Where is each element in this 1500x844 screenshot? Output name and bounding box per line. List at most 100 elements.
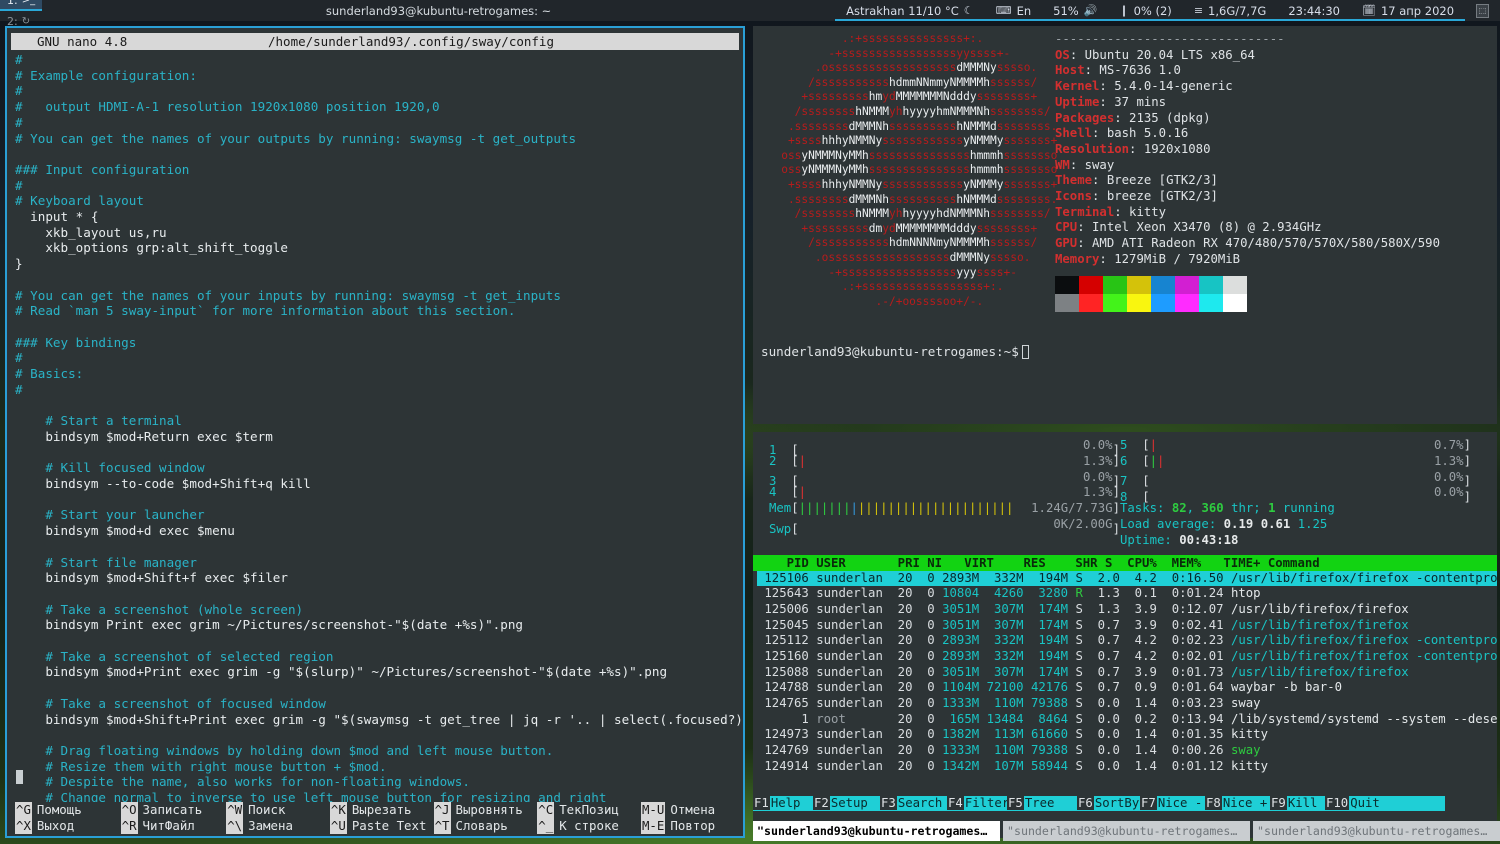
process-state: R: [1075, 586, 1082, 600]
htop-process-row[interactable]: 1 root 20 0 165M 13484 8464 S 0.0 0.2 0:…: [757, 712, 1497, 728]
process-ni: 0: [920, 649, 935, 663]
system-tray[interactable]: ⬚: [1465, 0, 1500, 21]
process-user: sunderlan: [816, 618, 883, 632]
status-module-keyboard-layout[interactable]: ⌨En: [985, 0, 1042, 21]
htop-process-row[interactable]: 125045 sunderlan 20 0 3051M 307M 174M S …: [757, 618, 1497, 634]
process-command: kitty: [1231, 727, 1268, 741]
process-shr: 61660: [1031, 727, 1068, 741]
status-module-clock[interactable]: 23:44:30: [1277, 0, 1351, 21]
process-mem: 4.2: [1127, 571, 1157, 585]
status-module-battery[interactable]: ❙0% (2): [1108, 0, 1182, 21]
neofetch-key-packages: Packages: [1055, 111, 1114, 125]
window-taskbar[interactable]: "sunderland93@kubuntu-retrogames…"sunder…: [753, 820, 1500, 842]
htop-fkey-f2[interactable]: F2Setup: [813, 796, 880, 812]
nano-shortcut-W[interactable]: ^WПоиск: [226, 802, 330, 818]
taskbar-window-item[interactable]: "sunderland93@kubuntu-retrogames…: [1253, 821, 1500, 841]
workspace-button-2[interactable]: 2:↻: [0, 11, 42, 32]
process-command: waybar -b bar-0: [1231, 680, 1342, 694]
workspace-label: 2:: [7, 15, 18, 28]
terminal-htop[interactable]: 1 [0.0%]2 [|1.3%]3 [0.0%]4 [|1.3%]Mem[||…: [753, 432, 1497, 838]
process-mem: 3.9: [1127, 665, 1157, 679]
nano-shortcut-T[interactable]: ^TСловарь: [434, 818, 538, 834]
process-res: 110M: [987, 743, 1024, 757]
htop-process-row[interactable]: 124914 sunderlan 20 0 1342M 107M 58944 S…: [757, 759, 1497, 775]
htop-fkey-f5[interactable]: F5Tree: [1007, 796, 1077, 812]
htop-cpu-column-left: 1 [0.0%]2 [|1.3%]3 [0.0%]4 [|1.3%]Mem[||…: [769, 438, 1120, 549]
status-module-date[interactable]: 🗓17 апр 2020: [1351, 0, 1465, 21]
color-swatch-lower-4: [1151, 294, 1175, 312]
meter-bracket-open: [: [1142, 474, 1149, 490]
color-swatch-upper-2: [1103, 276, 1127, 294]
process-shr: 79388: [1031, 696, 1068, 710]
process-pri: 20: [890, 633, 912, 647]
taskbar-window-item[interactable]: "sunderland93@kubuntu-retrogames…: [1003, 821, 1250, 841]
nano-shortcut-ME[interactable]: M-EПовтор: [641, 818, 737, 834]
workspace-button-1[interactable]: 1:>_: [0, 0, 42, 11]
nano-shortcut-key: ^_: [537, 818, 554, 834]
volume-text: 51%: [1053, 4, 1079, 18]
color-swatch-upper-5: [1175, 276, 1199, 294]
process-res: 110M: [987, 696, 1024, 710]
status-modules[interactable]: Astrakhan 11/10 °C☾⌨En51%🔊❙0% (2)≡1,6G/7…: [835, 0, 1465, 21]
nano-shortcut-O[interactable]: ^OЗаписать: [121, 802, 227, 818]
shell-prompt[interactable]: sunderland93@kubuntu-retrogames:~$: [761, 344, 1029, 360]
htop-cpu-meter-3: 3 [0.0%]: [769, 470, 1120, 486]
htop-process-row[interactable]: 124973 sunderlan 20 0 1382M 113M 61660 S…: [757, 727, 1497, 743]
htop-process-list[interactable]: 125106 sunderlan 20 0 2893M 332M 194M S …: [753, 571, 1497, 775]
htop-fkey-f3[interactable]: F3Search: [880, 796, 947, 812]
nano-shortcut-U[interactable]: ^UPaste Text: [330, 818, 434, 834]
htop-process-row[interactable]: 125160 sunderlan 20 0 2893M 332M 194M S …: [757, 649, 1497, 665]
htop-process-row[interactable]: 125006 sunderlan 20 0 3051M 307M 174M S …: [757, 602, 1497, 618]
htop-fkey-f9[interactable]: F9Kill: [1270, 796, 1325, 812]
nano-shortcut-R[interactable]: ^RЧитФайл: [121, 818, 227, 834]
process-command: /usr/lib/firefox/firefox -contentproc -: [1231, 633, 1497, 647]
process-pid: 125088: [757, 665, 809, 679]
terminal-neofetch[interactable]: .:+sssssssssssssss+:. -+ssssssssssssssss…: [753, 26, 1497, 424]
process-ni: 0: [920, 618, 935, 632]
htop-fkey-f6[interactable]: F6SortBy: [1077, 796, 1140, 812]
nano-shortcut-C[interactable]: ^CТекПозиц: [537, 802, 641, 818]
htop-fkey-f1[interactable]: F1Help: [753, 796, 813, 812]
htop-process-row[interactable]: 124788 sunderlan 20 0 1104M 72100 42176 …: [757, 680, 1497, 696]
nano-shortcut-X[interactable]: ^XВыход: [15, 818, 121, 834]
nano-shortcut-G[interactable]: ^GПомощь: [15, 802, 121, 818]
nano-shortcut-MU[interactable]: M-UОтмена: [641, 802, 737, 818]
tray-icon[interactable]: ⬚: [1476, 4, 1489, 18]
process-res: 4260: [987, 586, 1024, 600]
htop-process-row[interactable]: 125106 sunderlan 20 0 2893M 332M 194M S …: [757, 571, 1497, 587]
process-time: 0:01.24: [1164, 586, 1223, 600]
htop-function-keys[interactable]: F1HelpF2SetupF3SearchF4FilterF5TreeF6Sor…: [753, 795, 1497, 812]
fkey-label: Nice +: [1222, 796, 1268, 810]
nano-editor-window[interactable]: GNU nano 4.8 /home/sunderland93/.config/…: [5, 26, 745, 838]
nano-shortcut-K[interactable]: ^KВырезать: [330, 802, 434, 818]
htop-process-row[interactable]: 125112 sunderlan 20 0 2893M 332M 194M S …: [757, 633, 1497, 649]
nano-shortcut-[interactable]: ^_К строке: [537, 818, 641, 834]
htop-process-row[interactable]: 125088 sunderlan 20 0 3051M 307M 174M S …: [757, 665, 1497, 681]
htop-fkey-f4[interactable]: F4Filter: [947, 796, 1007, 812]
nano-shortcut-label: ЧитФайл: [143, 818, 195, 834]
htop-process-row[interactable]: 124765 sunderlan 20 0 1333M 110M 79388 S…: [757, 696, 1497, 712]
nano-text-area[interactable]: # # Example configuration: # # output HD…: [7, 50, 743, 802]
htop-table-header[interactable]: PID USER PRI NI VIRT RES SHR S CPU% MEM%…: [753, 555, 1497, 571]
cpu-percent: 0.7%: [1434, 438, 1464, 454]
nano-shortcut-J[interactable]: ^JВыровнять: [434, 802, 538, 818]
nano-shortcut-row-2[interactable]: ^XВыход^RЧитФайл^\Замена^UPaste Text^TСл…: [15, 818, 737, 834]
status-module-weather[interactable]: Astrakhan 11/10 °C☾: [835, 0, 985, 21]
process-pri: 20: [890, 649, 912, 663]
process-virt: 2893M: [942, 633, 979, 647]
workspace-switcher[interactable]: 1:>_2:↻: [0, 0, 42, 32]
htop-process-row[interactable]: 125643 sunderlan 20 0 10804 4260 3280 R …: [757, 586, 1497, 602]
htop-fkey-f10[interactable]: F10Quit: [1325, 796, 1445, 812]
taskbar-window-item[interactable]: "sunderland93@kubuntu-retrogames…: [753, 821, 1000, 841]
mem-label: Mem: [769, 501, 791, 517]
htop-fkey-f8[interactable]: F8Nice +: [1205, 796, 1270, 812]
color-swatch-lower-1: [1079, 294, 1103, 312]
nano-shortcut-[interactable]: ^\Замена: [226, 818, 330, 834]
htop-process-row[interactable]: 124769 sunderlan 20 0 1333M 110M 79388 S…: [757, 743, 1497, 759]
status-module-volume[interactable]: 51%🔊: [1042, 0, 1108, 21]
nano-shortcut-row-1[interactable]: ^GПомощь^OЗаписать^WПоиск^KВырезать^JВыр…: [15, 802, 737, 818]
neofetch-key-gpu: GPU: [1055, 236, 1077, 250]
nano-shortcut-key: ^C: [537, 802, 554, 818]
status-module-memory[interactable]: ≡1,6G/7,7G: [1183, 0, 1278, 21]
htop-fkey-f7[interactable]: F7Nice -: [1140, 796, 1205, 812]
